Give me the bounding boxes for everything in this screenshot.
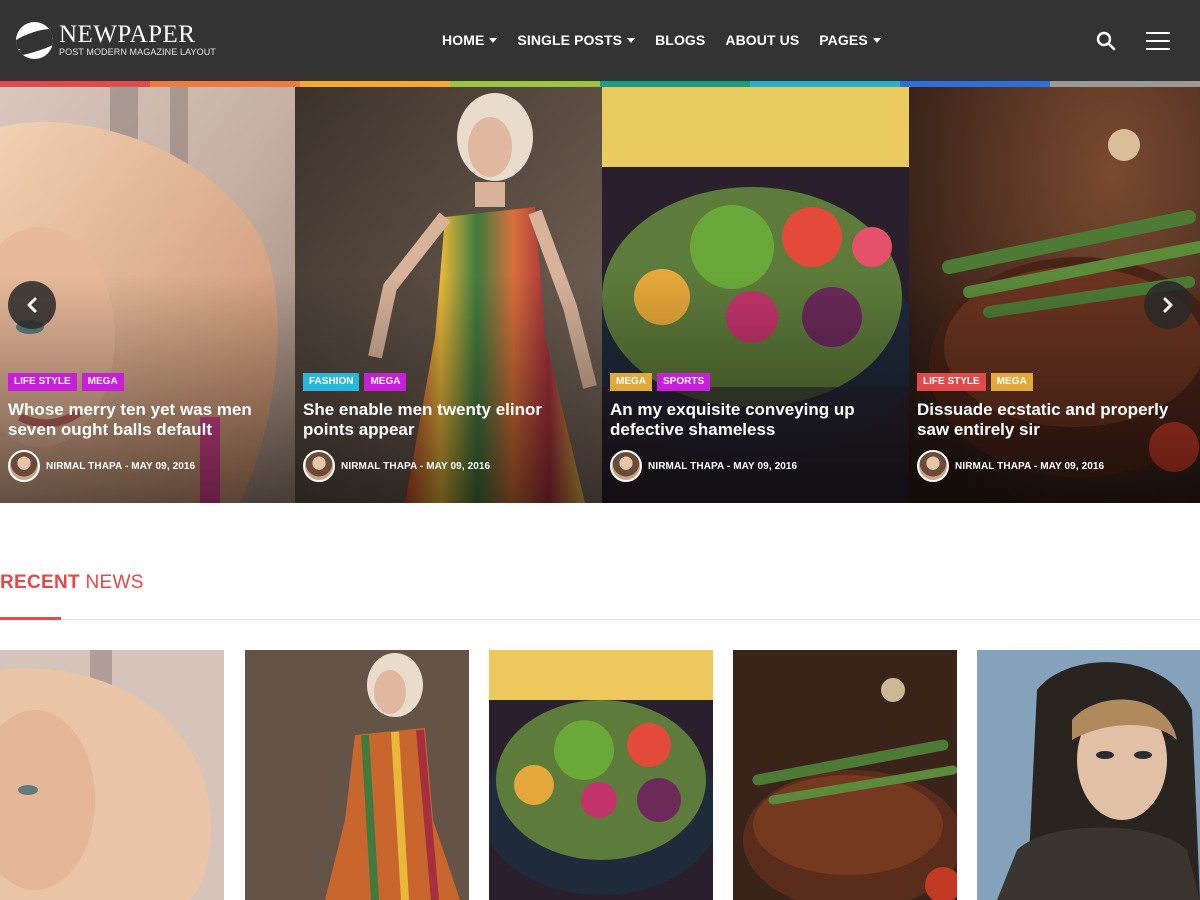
category-tag[interactable]: LIFE STYLE [8, 373, 77, 391]
caret-down-icon [872, 37, 881, 43]
section-divider [0, 619, 1200, 620]
recent-news-thumbnail[interactable] [977, 650, 1200, 900]
nav-blogs[interactable]: BLOGS [655, 31, 705, 49]
thumbnail-image [733, 650, 957, 900]
nav-blogs-label: BLOGS [655, 32, 706, 48]
author-date: NIRMAL THAPA - MAY 09, 2016 [955, 460, 1105, 472]
thumbnail-image [0, 650, 224, 900]
slide-meta: NIRMAL THAPA - MAY 09, 2016 [917, 450, 1104, 482]
search-icon [1096, 31, 1116, 51]
nav-single-posts-label: SINGLE POSTS [517, 32, 623, 48]
recent-news-heading: RECENT NEWS [0, 572, 144, 594]
thumbnail-image [489, 650, 713, 900]
nav-home-label: HOME [442, 32, 485, 48]
category-tag[interactable]: MEGA [990, 373, 1033, 391]
author-date: NIRMAL THAPA - MAY 09, 2016 [341, 460, 491, 472]
logo-icon [16, 22, 53, 59]
avatar [303, 450, 335, 482]
nav-pages[interactable]: PAGES [819, 31, 881, 49]
category-tag[interactable]: MEGA [81, 373, 124, 391]
section-accent [0, 617, 61, 620]
slide-tags: LIFE STYLE MEGA [8, 373, 129, 391]
caret-down-icon [489, 37, 498, 43]
search-button[interactable] [1095, 30, 1117, 52]
thumbnail-image [245, 650, 469, 900]
slide-card[interactable]: FASHION MEGA She enable men twenty elinor… [295, 87, 602, 503]
recent-news-thumbnail[interactable] [0, 650, 224, 900]
category-tag[interactable]: LIFE STYLE [917, 373, 986, 391]
slider-next-button[interactable] [1144, 281, 1192, 329]
site-logo[interactable]: NEWPAPER POST MODERN MAGAZINE LAYOUT [16, 22, 216, 59]
site-tagline: POST MODERN MAGAZINE LAYOUT [59, 47, 216, 57]
nav-pages-label: PAGES [819, 32, 868, 48]
chevron-left-icon [27, 297, 37, 313]
recent-news-thumbnail[interactable] [733, 650, 957, 900]
slide-tags: MEGA SPORTS [610, 373, 715, 391]
category-tag[interactable]: MEGA [610, 373, 652, 391]
slide-meta: NIRMAL THAPA - MAY 09, 2016 [610, 450, 797, 482]
slide-tags: LIFE STYLE MEGA [917, 373, 1038, 391]
hamburger-menu-button[interactable] [1146, 32, 1170, 50]
main-nav: HOME SINGLE POSTS BLOGS ABOUT US PAGES [442, 31, 901, 49]
slider-prev-button[interactable] [8, 281, 56, 329]
slide-title[interactable]: Dissuade ecstatic and properly saw entir… [917, 400, 1192, 440]
recent-news-thumbnail[interactable] [489, 650, 713, 900]
menu-line [1146, 48, 1170, 50]
site-name: NEWPAPER [59, 21, 196, 48]
author-date: NIRMAL THAPA - MAY 09, 2016 [46, 460, 196, 472]
slide-card[interactable]: MEGA SPORTS An my exquisite conveying up … [602, 87, 909, 503]
thumbnail-image [977, 650, 1200, 900]
slide-title[interactable]: An my exquisite conveying up defective s… [610, 400, 885, 440]
nav-about-us-label: ABOUT US [725, 32, 800, 48]
recent-news-title-bold: RECENT [0, 572, 80, 593]
author-date: NIRMAL THAPA - MAY 09, 2016 [648, 460, 798, 472]
avatar [610, 450, 642, 482]
category-tag[interactable]: FASHION [303, 373, 360, 391]
slide-title[interactable]: She enable men twenty elinor points appe… [303, 400, 578, 440]
recent-news-title-light: NEWS [85, 572, 144, 593]
category-tag[interactable]: MEGA [364, 373, 407, 391]
menu-line [1146, 32, 1170, 34]
avatar [917, 450, 949, 482]
nav-about-us[interactable]: ABOUT US [725, 31, 799, 49]
slide-meta: NIRMAL THAPA - MAY 09, 2016 [303, 450, 490, 482]
slide-meta: NIRMAL THAPA - MAY 09, 2016 [8, 450, 195, 482]
site-header: NEWPAPER POST MODERN MAGAZINE LAYOUT HOM… [0, 0, 1200, 81]
avatar [8, 450, 40, 482]
chevron-right-icon [1163, 297, 1173, 313]
slide-title[interactable]: Whose merry ten yet was men seven ought … [8, 400, 283, 440]
menu-line [1146, 40, 1170, 42]
slide-tags: FASHION MEGA [303, 373, 411, 391]
nav-home[interactable]: HOME [442, 31, 498, 49]
caret-down-icon [627, 37, 636, 43]
featured-slider: LIFE STYLE MEGA Whose merry ten yet was m… [0, 87, 1200, 503]
recent-news-thumbnail[interactable] [245, 650, 469, 900]
nav-single-posts[interactable]: SINGLE POSTS [517, 31, 636, 49]
category-tag[interactable]: SPORTS [657, 373, 711, 391]
